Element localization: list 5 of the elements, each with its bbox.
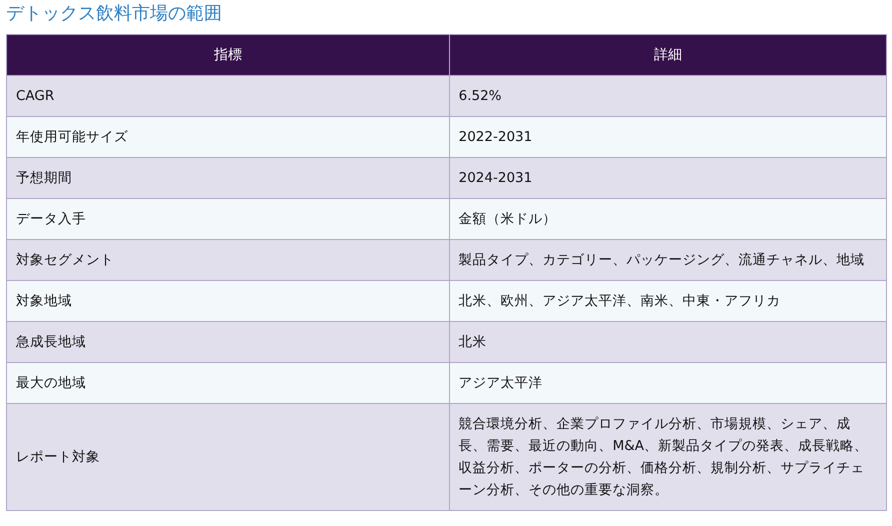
section-title: デトックス飲料市場の範囲 — [6, 2, 223, 26]
column-header: 指標 — [6, 34, 450, 76]
column-header: 詳細 — [449, 34, 886, 76]
table-cell: レポート対象 — [6, 404, 450, 510]
table-cell: 競合環境分析、企業プロファイル分析、市場規模、シェア、成長、需要、最近の動向、M&A、新製品タイプの発表、成長戦略、収益分析、ポーターの分析、価格分析、規制分析、サプライチェーン分析、その他の重要な洞察。 — [449, 404, 886, 510]
